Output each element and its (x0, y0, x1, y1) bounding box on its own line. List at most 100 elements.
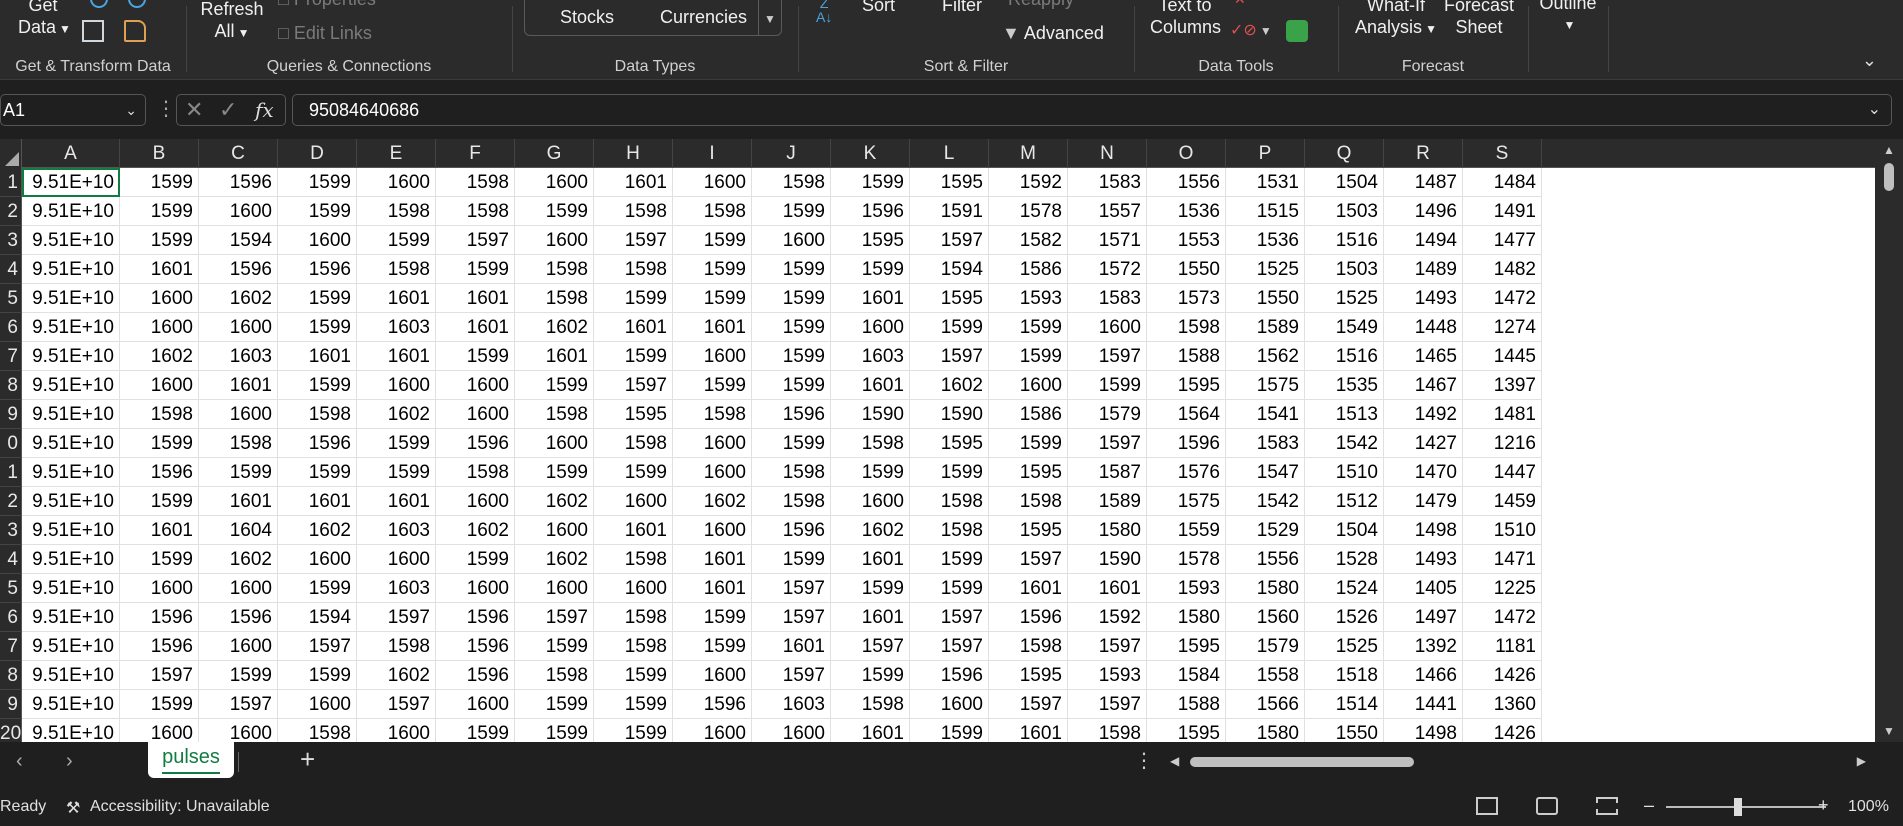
cell-a[interactable]: 9.51E+10 (22, 574, 120, 603)
chevron-down-icon[interactable]: ⌄ (125, 95, 137, 125)
cell-d[interactable]: 1598 (278, 719, 357, 742)
cell-o[interactable]: 1593 (1147, 574, 1226, 603)
properties-button[interactable]: □ Properties (278, 0, 376, 10)
cell-q[interactable]: 1526 (1305, 603, 1384, 632)
cell-a[interactable]: 9.51E+10 (22, 255, 120, 284)
worksheet-grid[interactable]: ABCDEFGHIJKLMNOPQRS 12345678901234567892… (0, 139, 1875, 742)
cell-p[interactable]: 1556 (1226, 545, 1305, 574)
cell-o[interactable]: 1580 (1147, 603, 1226, 632)
cell-s[interactable]: 1510 (1463, 516, 1542, 545)
column-header-k[interactable]: K (831, 139, 910, 168)
cell-o[interactable]: 1550 (1147, 255, 1226, 284)
cell-q[interactable]: 1516 (1305, 342, 1384, 371)
cell-n[interactable]: 1597 (1068, 429, 1147, 458)
cell-r[interactable]: 1467 (1384, 371, 1463, 400)
cell-g[interactable]: 1600 (515, 429, 594, 458)
cell-j[interactable]: 1599 (752, 284, 831, 313)
column-header-l[interactable]: L (910, 139, 989, 168)
cell-k[interactable]: 1598 (831, 429, 910, 458)
cell-d[interactable]: 1598 (278, 400, 357, 429)
cell-b[interactable]: 1596 (120, 632, 199, 661)
cell-a[interactable]: 9.51E+10 (22, 632, 120, 661)
cell-g[interactable]: 1599 (515, 719, 594, 742)
cell-i[interactable]: 1600 (673, 458, 752, 487)
cell-c[interactable]: 1597 (199, 690, 278, 719)
cell-f[interactable]: 1600 (436, 690, 515, 719)
cell-l[interactable]: 1595 (910, 429, 989, 458)
cell-k[interactable]: 1599 (831, 574, 910, 603)
next-sheet-icon[interactable]: › (66, 750, 73, 773)
cell-i[interactable]: 1599 (673, 255, 752, 284)
cell-h[interactable]: 1598 (594, 545, 673, 574)
cell-a[interactable]: 9.51E+10 (22, 168, 120, 197)
cell-j[interactable]: 1600 (752, 719, 831, 742)
cell-q[interactable]: 1512 (1305, 487, 1384, 516)
cell-s[interactable]: 1225 (1463, 574, 1542, 603)
cell-l[interactable]: 1599 (910, 719, 989, 742)
cell-m[interactable]: 1599 (989, 429, 1068, 458)
accessibility-status[interactable]: Accessibility: Unavailable (90, 798, 270, 816)
outline-button[interactable]: Outline ▼ (1536, 0, 1600, 36)
column-header-p[interactable]: P (1226, 139, 1305, 168)
cell-j[interactable]: 1599 (752, 197, 831, 226)
cell-a[interactable]: 9.51E+10 (22, 545, 120, 574)
column-header-b[interactable]: B (120, 139, 199, 168)
cell-m[interactable]: 1598 (989, 632, 1068, 661)
cell-n[interactable]: 1601 (1068, 574, 1147, 603)
cell-s[interactable]: 1360 (1463, 690, 1542, 719)
cell-a[interactable]: 9.51E+10 (22, 400, 120, 429)
cell-b[interactable]: 1600 (120, 313, 199, 342)
column-header-e[interactable]: E (357, 139, 436, 168)
cell-p[interactable]: 1515 (1226, 197, 1305, 226)
cell-a[interactable]: 9.51E+10 (22, 458, 120, 487)
cell-s[interactable]: 1472 (1463, 284, 1542, 313)
cell-f[interactable]: 1601 (436, 284, 515, 313)
cell-h[interactable]: 1600 (594, 574, 673, 603)
cell-c[interactable]: 1600 (199, 574, 278, 603)
row-header[interactable]: 5 (0, 574, 22, 603)
cell-s[interactable]: 1484 (1463, 168, 1542, 197)
cell-p[interactable]: 1525 (1226, 255, 1305, 284)
row-header[interactable]: 8 (0, 371, 22, 400)
cell-i[interactable]: 1599 (673, 284, 752, 313)
column-header-m[interactable]: M (989, 139, 1068, 168)
cell-m[interactable]: 1596 (989, 603, 1068, 632)
cell-i[interactable]: 1601 (673, 574, 752, 603)
cell-h[interactable]: 1599 (594, 284, 673, 313)
zoom-level[interactable]: 100% (1848, 798, 1889, 816)
cell-j[interactable]: 1599 (752, 313, 831, 342)
cell-d[interactable]: 1596 (278, 429, 357, 458)
cell-k[interactable]: 1596 (831, 197, 910, 226)
cell-a[interactable]: 9.51E+10 (22, 284, 120, 313)
cell-p[interactable]: 1589 (1226, 313, 1305, 342)
cell-l[interactable]: 1599 (910, 574, 989, 603)
cell-d[interactable]: 1601 (278, 342, 357, 371)
cell-m[interactable]: 1597 (989, 690, 1068, 719)
cell-b[interactable]: 1601 (120, 516, 199, 545)
filter-button[interactable]: Filter (942, 0, 982, 16)
cell-g[interactable]: 1600 (515, 574, 594, 603)
name-box[interactable]: A1 ⌄ (0, 94, 146, 126)
cell-b[interactable]: 1597 (120, 661, 199, 690)
cell-f[interactable]: 1600 (436, 487, 515, 516)
cell-n[interactable]: 1589 (1068, 487, 1147, 516)
cell-b[interactable]: 1602 (120, 342, 199, 371)
column-header-h[interactable]: H (594, 139, 673, 168)
row-header[interactable]: 4 (0, 255, 22, 284)
cell-e[interactable]: 1599 (357, 458, 436, 487)
cell-e[interactable]: 1600 (357, 168, 436, 197)
cell-a[interactable]: 9.51E+10 (22, 690, 120, 719)
cell-i[interactable]: 1600 (673, 719, 752, 742)
cell-h[interactable]: 1597 (594, 226, 673, 255)
cell-a[interactable]: 9.51E+10 (22, 342, 120, 371)
cell-k[interactable]: 1598 (831, 690, 910, 719)
cell-g[interactable]: 1598 (515, 661, 594, 690)
cell-n[interactable]: 1597 (1068, 632, 1147, 661)
cell-a[interactable]: 9.51E+10 (22, 226, 120, 255)
cell-h[interactable]: 1597 (594, 371, 673, 400)
cell-q[interactable]: 1542 (1305, 429, 1384, 458)
cell-c[interactable]: 1596 (199, 603, 278, 632)
cell-a[interactable]: 9.51E+10 (22, 516, 120, 545)
cell-s[interactable]: 1216 (1463, 429, 1542, 458)
cell-h[interactable]: 1599 (594, 719, 673, 742)
